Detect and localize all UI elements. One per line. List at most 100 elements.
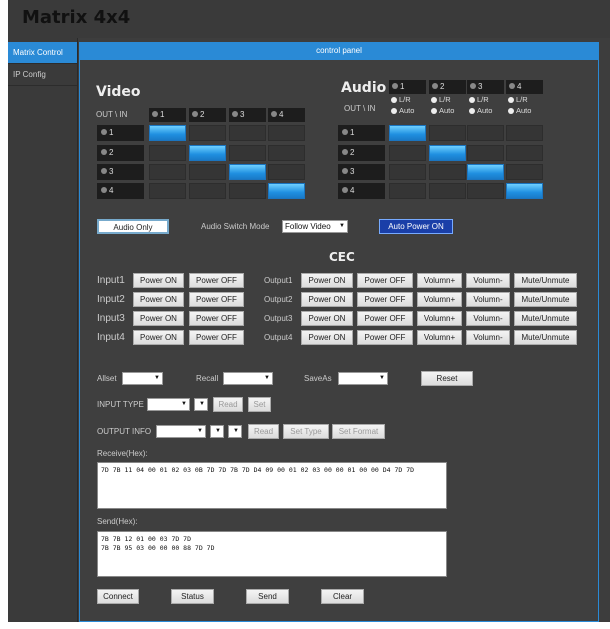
- video-crosspoint[interactable]: [268, 164, 305, 180]
- output-power-on-button[interactable]: Power ON: [301, 292, 353, 307]
- input-type-read-button[interactable]: Read: [213, 397, 243, 412]
- video-crosspoint[interactable]: [268, 125, 305, 141]
- output-info-read-button[interactable]: Read: [248, 424, 279, 439]
- allset-select[interactable]: [122, 372, 163, 385]
- input-power-off-button[interactable]: Power OFF: [189, 273, 244, 288]
- radio-auto[interactable]: Auto: [391, 106, 414, 115]
- set-format-button[interactable]: Set Format: [332, 424, 385, 439]
- video-input-header[interactable]: 4: [268, 108, 305, 122]
- mute-button[interactable]: Mute/Unmute: [514, 311, 577, 326]
- video-input-header[interactable]: 3: [229, 108, 266, 122]
- input-power-on-button[interactable]: Power ON: [133, 273, 184, 288]
- output-power-on-button[interactable]: Power ON: [301, 273, 353, 288]
- radio-auto[interactable]: Auto: [469, 106, 492, 115]
- input-power-on-button[interactable]: Power ON: [133, 292, 184, 307]
- volume-down-button[interactable]: Volumn-: [466, 330, 510, 345]
- radio-lr[interactable]: L/R: [469, 95, 489, 104]
- input-type-subselect[interactable]: [194, 398, 208, 411]
- audio-crosspoint[interactable]: [429, 183, 466, 199]
- video-output-label[interactable]: 1: [97, 125, 144, 141]
- input-power-on-button[interactable]: Power ON: [133, 330, 184, 345]
- audio-crosspoint[interactable]: [467, 125, 504, 141]
- audio-crosspoint[interactable]: [429, 145, 466, 161]
- input-power-off-button[interactable]: Power OFF: [189, 292, 244, 307]
- auto-power-button[interactable]: Auto Power ON: [379, 219, 453, 234]
- audio-output-label[interactable]: 4: [338, 183, 385, 199]
- input-power-off-button[interactable]: Power OFF: [189, 330, 244, 345]
- audio-crosspoint[interactable]: [506, 183, 543, 199]
- video-crosspoint[interactable]: [189, 183, 226, 199]
- audio-output-label[interactable]: 2: [338, 145, 385, 161]
- audio-crosspoint[interactable]: [506, 145, 543, 161]
- mute-button[interactable]: Mute/Unmute: [514, 273, 577, 288]
- video-crosspoint[interactable]: [149, 125, 186, 141]
- audio-crosspoint[interactable]: [467, 183, 504, 199]
- video-input-header[interactable]: 2: [189, 108, 226, 122]
- audio-output-label[interactable]: 3: [338, 164, 385, 180]
- audio-crosspoint[interactable]: [389, 183, 426, 199]
- video-crosspoint[interactable]: [229, 164, 266, 180]
- video-crosspoint[interactable]: [229, 125, 266, 141]
- video-crosspoint[interactable]: [189, 145, 226, 161]
- volume-down-button[interactable]: Volumn-: [466, 292, 510, 307]
- volume-down-button[interactable]: Volumn-: [466, 311, 510, 326]
- video-output-label[interactable]: 4: [97, 183, 144, 199]
- input-power-on-button[interactable]: Power ON: [133, 311, 184, 326]
- set-type-button[interactable]: Set Type: [283, 424, 329, 439]
- video-output-label[interactable]: 3: [97, 164, 144, 180]
- recall-select[interactable]: [223, 372, 273, 385]
- saveas-select[interactable]: [338, 372, 388, 385]
- video-output-label[interactable]: 2: [97, 145, 144, 161]
- send-textarea[interactable]: 7B 7B 12 01 00 03 7D 7D 7B 7B 95 03 00 0…: [97, 531, 447, 577]
- radio-lr[interactable]: L/R: [508, 95, 528, 104]
- input-type-set-button[interactable]: Set: [248, 397, 271, 412]
- audio-output-label[interactable]: 1: [338, 125, 385, 141]
- mute-button[interactable]: Mute/Unmute: [514, 292, 577, 307]
- connect-button[interactable]: Connect: [97, 589, 139, 604]
- audio-crosspoint[interactable]: [506, 125, 543, 141]
- output-power-off-button[interactable]: Power OFF: [357, 292, 413, 307]
- status-button[interactable]: Status: [171, 589, 214, 604]
- audio-crosspoint[interactable]: [389, 125, 426, 141]
- output-power-on-button[interactable]: Power ON: [301, 311, 353, 326]
- audio-input-header[interactable]: 2: [429, 80, 466, 94]
- video-crosspoint[interactable]: [149, 164, 186, 180]
- volume-up-button[interactable]: Volumn+: [417, 292, 462, 307]
- audio-crosspoint[interactable]: [429, 164, 466, 180]
- radio-auto[interactable]: Auto: [431, 106, 454, 115]
- reset-button[interactable]: Reset: [421, 371, 473, 386]
- receive-textarea[interactable]: 7D 7B 11 04 00 01 02 03 0B 7D 7D 7B 7D D…: [97, 462, 447, 509]
- output-power-off-button[interactable]: Power OFF: [357, 273, 413, 288]
- video-crosspoint[interactable]: [229, 183, 266, 199]
- radio-lr[interactable]: L/R: [431, 95, 451, 104]
- video-crosspoint[interactable]: [268, 145, 305, 161]
- mute-button[interactable]: Mute/Unmute: [514, 330, 577, 345]
- sidebar-item-ip-config[interactable]: IP Config: [8, 64, 77, 86]
- video-crosspoint[interactable]: [189, 125, 226, 141]
- radio-lr[interactable]: L/R: [391, 95, 411, 104]
- video-input-header[interactable]: 1: [149, 108, 186, 122]
- output-info-select[interactable]: [156, 425, 206, 438]
- audio-only-button[interactable]: Audio Only: [97, 219, 169, 234]
- video-crosspoint[interactable]: [149, 183, 186, 199]
- volume-up-button[interactable]: Volumn+: [417, 311, 462, 326]
- audio-crosspoint[interactable]: [389, 164, 426, 180]
- video-crosspoint[interactable]: [149, 145, 186, 161]
- audio-crosspoint[interactable]: [467, 145, 504, 161]
- audio-crosspoint[interactable]: [467, 164, 504, 180]
- audio-input-header[interactable]: 3: [467, 80, 504, 94]
- output-info-subselect-1[interactable]: [210, 425, 224, 438]
- video-crosspoint[interactable]: [268, 183, 305, 199]
- volume-up-button[interactable]: Volumn+: [417, 330, 462, 345]
- audio-crosspoint[interactable]: [389, 145, 426, 161]
- sidebar-item-matrix-control[interactable]: Matrix Control: [8, 42, 77, 64]
- video-crosspoint[interactable]: [229, 145, 266, 161]
- video-crosspoint[interactable]: [189, 164, 226, 180]
- clear-button[interactable]: Clear: [321, 589, 364, 604]
- audio-crosspoint[interactable]: [506, 164, 543, 180]
- output-power-on-button[interactable]: Power ON: [301, 330, 353, 345]
- audio-crosspoint[interactable]: [429, 125, 466, 141]
- output-info-subselect-2[interactable]: [228, 425, 242, 438]
- audio-input-header[interactable]: 1: [389, 80, 426, 94]
- volume-up-button[interactable]: Volumn+: [417, 273, 462, 288]
